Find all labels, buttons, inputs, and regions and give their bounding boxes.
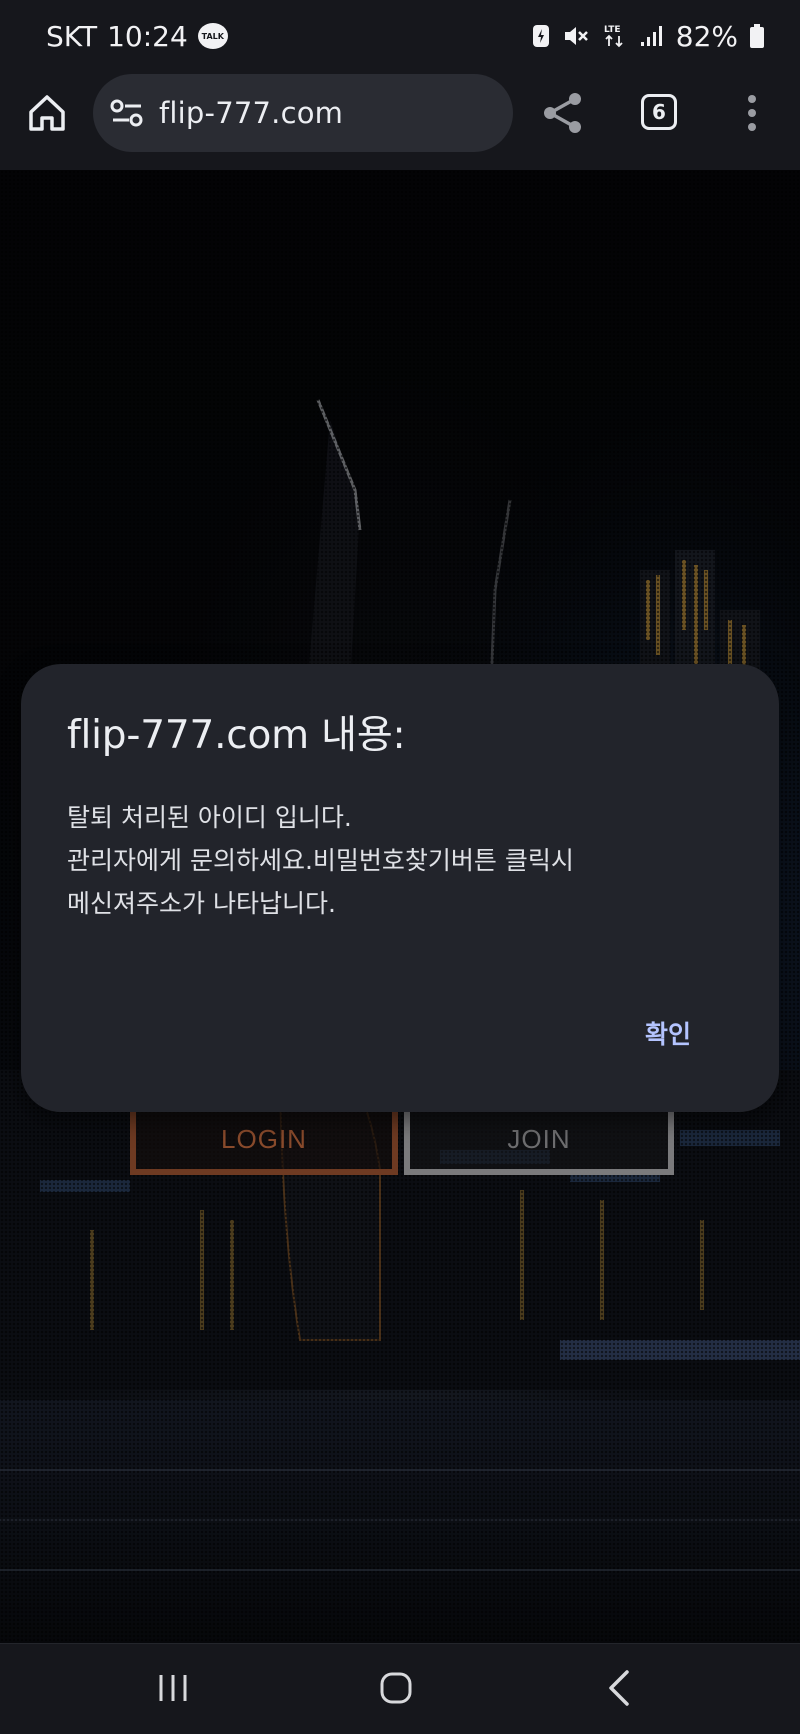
battery-icon [750, 24, 764, 48]
join-button[interactable]: JOIN [404, 1103, 674, 1175]
home-button[interactable] [26, 92, 68, 134]
dialog-message-line: 관리자에게 문의하세요.비밀번호찾기버튼 클릭시 [67, 846, 574, 875]
home-icon [29, 95, 65, 131]
confirm-button[interactable]: 확인 [645, 1015, 691, 1051]
recent-apps-icon [159, 1675, 187, 1701]
battery-percent: 82% [675, 19, 738, 53]
dialog-title: flip-777.com 내용: [67, 713, 406, 758]
svg-text:LTE: LTE [604, 25, 621, 35]
mute-icon [562, 23, 590, 49]
back-chevron-icon [609, 1670, 629, 1706]
browser-toolbar: flip-777.com 6 [0, 72, 800, 170]
more-menu-button[interactable] [740, 92, 764, 134]
back-button[interactable] [607, 1668, 631, 1708]
site-settings-icon[interactable] [109, 95, 145, 131]
signal-icon [640, 24, 664, 48]
dialog-message-line: 메신져주소가 나타납니다. [67, 889, 336, 918]
login-button[interactable]: LOGIN [130, 1103, 398, 1175]
alert-dialog: flip-777.com 내용: 탈퇴 처리된 아이디 입니다. 관리자에게 문… [21, 664, 779, 1112]
carrier: SKT [46, 19, 98, 53]
url-text: flip-777.com [159, 96, 344, 130]
status-right: LTE 82% [532, 20, 764, 53]
more-vert-icon [748, 95, 756, 131]
system-home-button[interactable] [380, 1672, 412, 1704]
status-left: SKT 10:24 TALK [46, 20, 228, 53]
share-button[interactable] [540, 90, 586, 136]
battery-saver-icon [532, 23, 550, 49]
dialog-message: 탈퇴 처리된 아이디 입니다. 관리자에게 문의하세요.비밀번호찾기버튼 클릭시… [67, 796, 733, 925]
phone-screen: SKT 10:24 TALK LTE 82% flip-777.com 6 LO… [0, 0, 800, 1734]
lte-icon: LTE [602, 22, 628, 50]
clock: 10:24 [107, 19, 188, 53]
kakaotalk-notification-icon: TALK [197, 23, 228, 49]
home-circle-icon [380, 1672, 412, 1704]
tab-switcher-button[interactable]: 6 [641, 94, 677, 130]
address-bar[interactable]: flip-777.com [93, 74, 513, 152]
dialog-message-line: 탈퇴 처리된 아이디 입니다. [67, 803, 352, 832]
system-nav-bar [0, 1643, 800, 1734]
share-icon [544, 93, 581, 133]
status-bar: SKT 10:24 TALK LTE 82% [0, 0, 800, 72]
recent-apps-button[interactable] [156, 1672, 190, 1704]
